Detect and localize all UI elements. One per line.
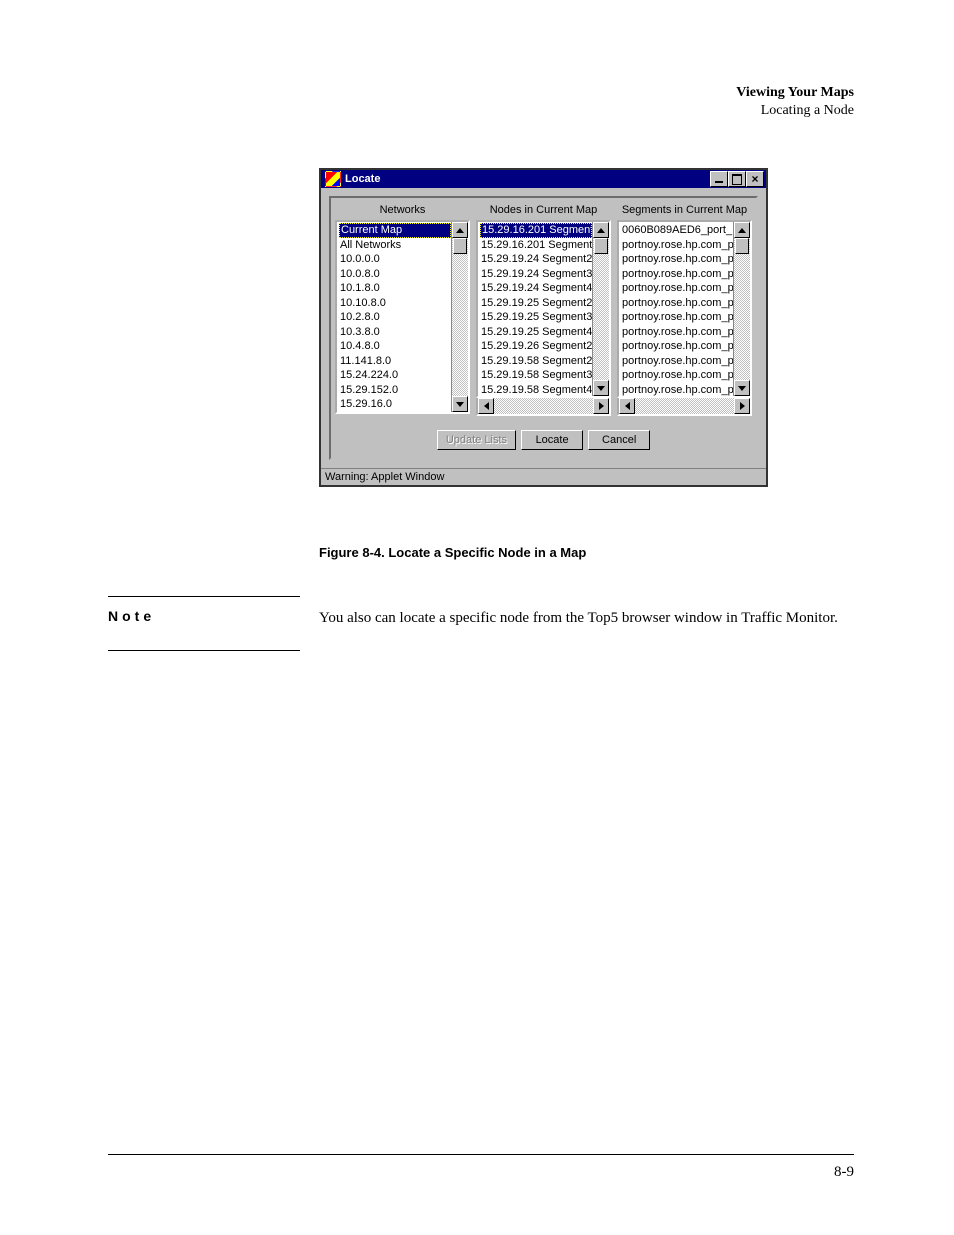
header-subtitle: Locating a Node: [736, 102, 854, 120]
list-item[interactable]: 15.29.19.25 Segment3: [480, 310, 592, 325]
list-item[interactable]: portnoy.rose.hp.com_p: [621, 267, 733, 282]
window-body: Networks Current MapAll Networks10.0.0.0…: [329, 196, 758, 460]
app-icon: [325, 171, 341, 187]
figure-caption: Figure 8-4. Locate a Specific Node in a …: [319, 545, 586, 560]
note-body: You also can locate a specific node from…: [319, 608, 854, 630]
close-button[interactable]: [746, 171, 764, 187]
list-item[interactable]: portnoy.rose.hp.com_p: [621, 281, 733, 296]
cancel-button[interactable]: Cancel: [588, 430, 650, 450]
window-title: Locate: [345, 173, 380, 185]
list-item[interactable]: 10.2.8.0: [339, 310, 451, 325]
list-item[interactable]: 15.29.152.0: [339, 383, 451, 398]
list-item[interactable]: 15.29.19.26 Segment2: [480, 339, 592, 354]
list-item[interactable]: 15.29.19.24 Segment3: [480, 267, 592, 282]
button-row: Update Lists Locate Cancel: [335, 430, 752, 450]
update-lists-button[interactable]: Update Lists: [437, 430, 516, 450]
list-item[interactable]: 10.1.8.0: [339, 281, 451, 296]
list-item[interactable]: portnoy.rose.hp.com_p: [621, 339, 733, 354]
networks-column: Networks Current MapAll Networks10.0.0.0…: [335, 204, 470, 416]
scroll-left-icon[interactable]: [619, 398, 635, 414]
scroll-up-icon[interactable]: [593, 222, 609, 238]
scroll-right-icon[interactable]: [734, 398, 750, 414]
list-item[interactable]: 15.24.224.0: [339, 368, 451, 383]
note-label: Note: [108, 608, 155, 624]
segments-column: Segments in Current Map 0060B089AED6_por…: [617, 204, 752, 416]
page-number: 8-9: [834, 1164, 854, 1181]
status-bar: Warning: Applet Window: [321, 468, 766, 485]
list-item[interactable]: 15.29.16.0: [339, 397, 451, 412]
networks-listbox[interactable]: Current MapAll Networks10.0.0.010.0.8.01…: [337, 222, 451, 412]
list-item[interactable]: portnoy.rose.hp.com_p: [621, 238, 733, 253]
list-item[interactable]: 15.29.19.25 Segment2: [480, 296, 592, 311]
titlebar[interactable]: Locate: [321, 170, 766, 188]
note-rule-top: [108, 596, 300, 597]
list-item[interactable]: 10.4.8.0: [339, 339, 451, 354]
list-item[interactable]: portnoy.rose.hp.com_p: [621, 325, 733, 340]
list-item[interactable]: 15.29.19.24 Segment4: [480, 281, 592, 296]
locate-button[interactable]: Locate: [521, 430, 583, 450]
list-item[interactable]: 10.0.8.0: [339, 267, 451, 282]
scroll-up-icon[interactable]: [734, 222, 750, 238]
list-item[interactable]: 0060B089AED6_port_: [621, 223, 733, 238]
scroll-left-icon[interactable]: [478, 398, 494, 414]
scroll-down-icon[interactable]: [593, 380, 609, 396]
networks-header: Networks: [335, 204, 470, 216]
list-item[interactable]: portnoy.rose.hp.com_p: [621, 383, 733, 397]
list-item[interactable]: Current Map: [339, 223, 451, 238]
list-item[interactable]: 15.29.16.201 Segment1: [480, 238, 592, 253]
list-item[interactable]: 15.29.19.24 Segment2: [480, 252, 592, 267]
list-item[interactable]: 15.29.19.58 Segment4: [480, 383, 592, 397]
segments-hscrollbar[interactable]: [617, 398, 752, 416]
segments-header: Segments in Current Map: [617, 204, 752, 216]
nodes-header: Nodes in Current Map: [476, 204, 611, 216]
list-item[interactable]: portnoy.rose.hp.com_p: [621, 368, 733, 383]
scroll-up-icon[interactable]: [452, 222, 468, 238]
maximize-button[interactable]: [728, 171, 746, 187]
networks-scrollbar[interactable]: [451, 222, 468, 412]
list-item[interactable]: 15.29.19.58 Segment2: [480, 354, 592, 369]
segments-scrollbar[interactable]: [733, 222, 750, 396]
list-item[interactable]: portnoy.rose.hp.com_p: [621, 310, 733, 325]
minimize-button[interactable]: [710, 171, 728, 187]
list-item[interactable]: portnoy.rose.hp.com_p: [621, 252, 733, 267]
nodes-scrollbar[interactable]: [592, 222, 609, 396]
footer-rule: [108, 1154, 854, 1155]
list-item[interactable]: 15.29.16.201 Segment1: [480, 223, 592, 238]
list-item[interactable]: portnoy.rose.hp.com_p: [621, 296, 733, 311]
list-item[interactable]: 10.10.8.0: [339, 296, 451, 311]
list-item[interactable]: 10.3.8.0: [339, 325, 451, 340]
scroll-right-icon[interactable]: [593, 398, 609, 414]
list-item[interactable]: 11.141.8.0: [339, 354, 451, 369]
note-rule-bottom: [108, 650, 300, 651]
scroll-down-icon[interactable]: [452, 396, 468, 412]
list-item[interactable]: portnoy.rose.hp.com_p: [621, 354, 733, 369]
nodes-listbox[interactable]: 15.29.16.201 Segment115.29.16.201 Segmen…: [478, 222, 592, 396]
list-item[interactable]: 15.29.19.25 Segment4: [480, 325, 592, 340]
nodes-column: Nodes in Current Map 15.29.16.201 Segmen…: [476, 204, 611, 416]
list-item[interactable]: All Networks: [339, 238, 451, 253]
locate-window: Locate Networks Current MapAll Networks1…: [319, 168, 768, 487]
header-title: Viewing Your Maps: [736, 84, 854, 102]
list-item[interactable]: 15.29.19.58 Segment3: [480, 368, 592, 383]
page-header: Viewing Your Maps Locating a Node: [736, 84, 854, 120]
nodes-hscrollbar[interactable]: [476, 398, 611, 416]
scroll-down-icon[interactable]: [734, 380, 750, 396]
list-item[interactable]: 10.0.0.0: [339, 252, 451, 267]
segments-listbox[interactable]: 0060B089AED6_port_portnoy.rose.hp.com_pp…: [619, 222, 733, 396]
